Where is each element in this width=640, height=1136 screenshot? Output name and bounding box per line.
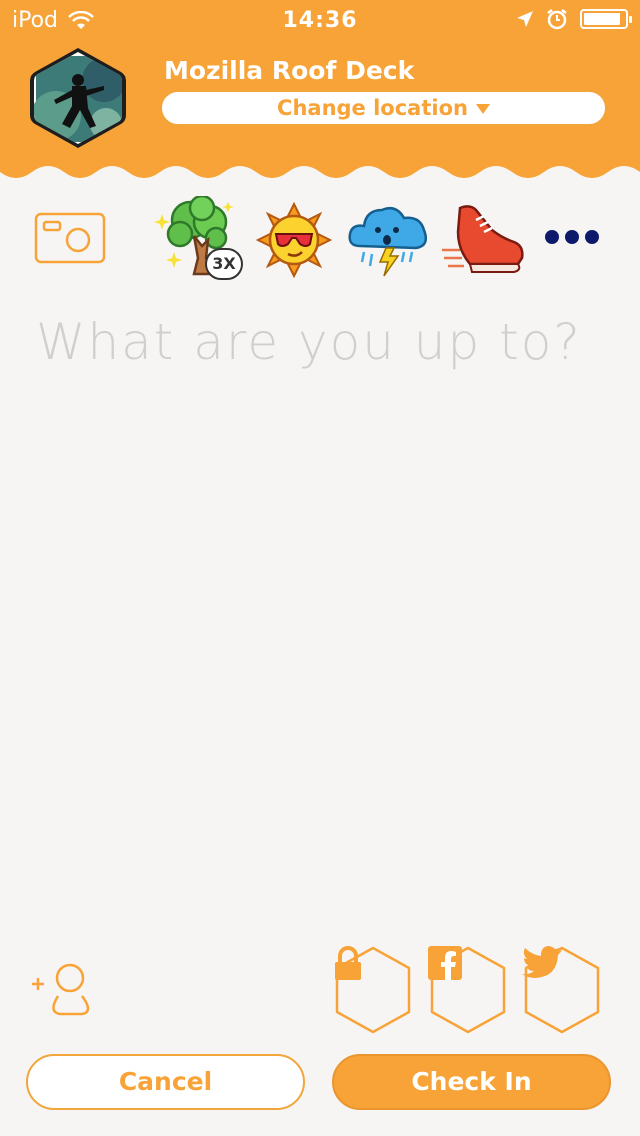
location-arrow-icon (517, 11, 533, 27)
lock-icon (335, 946, 361, 980)
status-bar: iPod 14:36 (0, 0, 640, 40)
more-dot (585, 230, 599, 244)
check-in-button[interactable]: Check In (332, 1054, 611, 1110)
facebook-icon (428, 946, 462, 980)
sneaker-sticker[interactable] (440, 200, 526, 276)
more-stickers-button[interactable] (545, 230, 599, 244)
caret-down-icon (475, 104, 490, 114)
twitter-icon (522, 946, 562, 978)
header: iPod 14:36 Mozilla Roof Deck Change loca… (0, 0, 640, 190)
add-friend-icon[interactable] (28, 960, 92, 1020)
cancel-label: Cancel (118, 1067, 213, 1096)
status-input[interactable] (34, 306, 598, 490)
venue-name: Mozilla Roof Deck (164, 56, 415, 85)
cancel-button[interactable]: Cancel (26, 1054, 305, 1110)
twitter-share-button[interactable] (522, 946, 602, 1034)
change-location-label: Change location (277, 96, 468, 120)
change-location-button[interactable]: Change location (160, 90, 607, 126)
multiplier-badge: 3X (205, 248, 243, 280)
privacy-lock-button[interactable] (333, 946, 413, 1034)
more-dot (545, 230, 559, 244)
avatar[interactable] (26, 46, 130, 150)
more-dot (565, 230, 579, 244)
camera-icon[interactable] (34, 212, 106, 264)
alarm-icon (547, 9, 567, 30)
battery-icon (580, 9, 632, 29)
check-in-label: Check In (411, 1067, 532, 1096)
storm-cloud-sticker[interactable] (346, 200, 430, 278)
facebook-share-button[interactable] (428, 946, 508, 1034)
sun-sunglasses-sticker[interactable] (256, 202, 332, 278)
